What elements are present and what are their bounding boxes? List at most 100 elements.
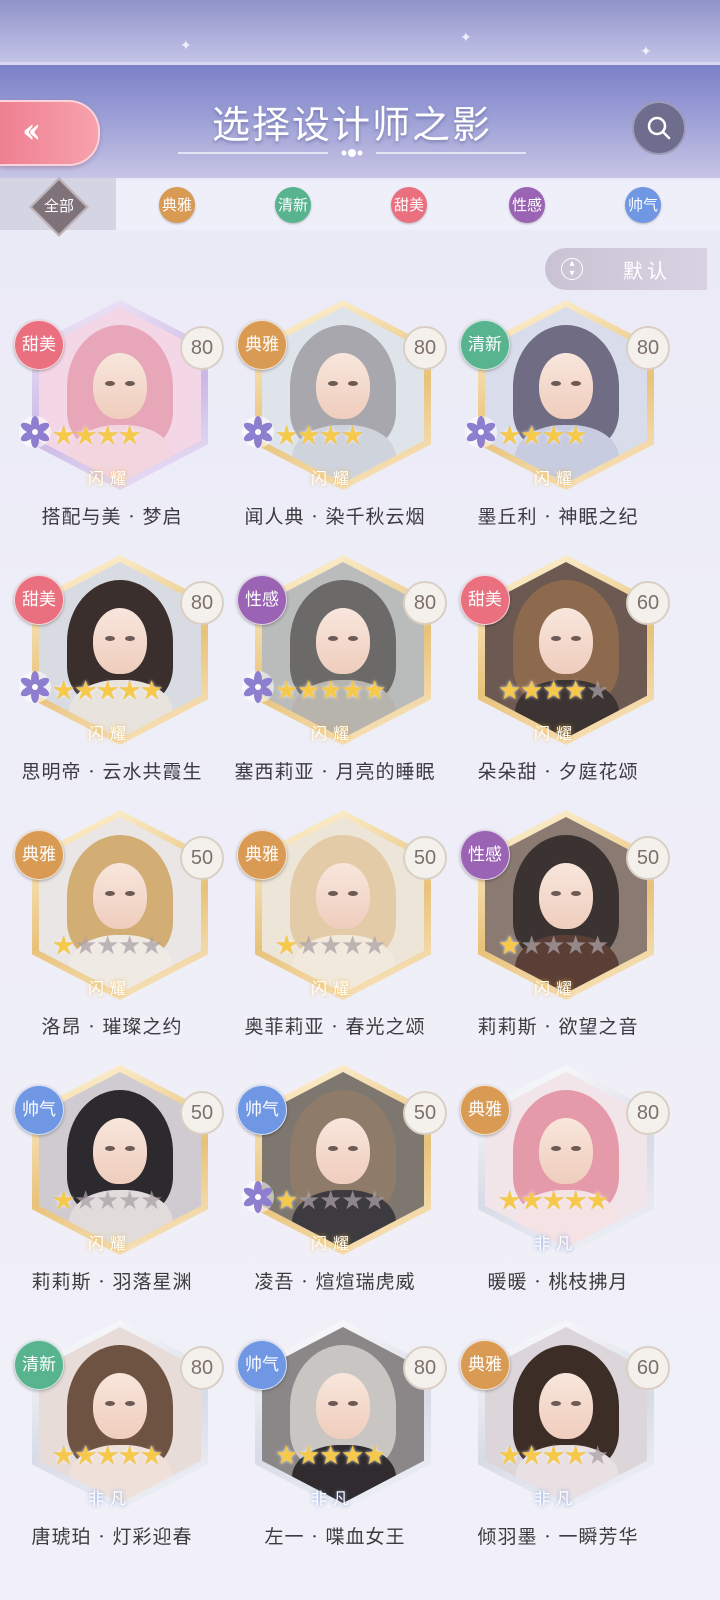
style-badge: 清新 <box>460 320 510 370</box>
star-filled-icon: ★ <box>96 421 120 451</box>
sort-button[interactable]: ▴ ▾ 默认 <box>545 248 707 290</box>
designer-card[interactable]: 典雅 50 ★ ★ ★ ★ ★ 闪耀 奥菲莉亚 · 春光之颂 <box>223 810 447 1060</box>
star-filled-icon: ★ <box>363 1441 387 1471</box>
portrait-eye <box>348 381 358 386</box>
rarity-tag: 闪耀 <box>310 724 355 743</box>
card-name: 莉莉斯 · 欲望之音 <box>477 1016 639 1038</box>
portrait-eye <box>551 1401 561 1406</box>
search-button[interactable] <box>632 101 686 155</box>
portrait-eye <box>105 636 115 641</box>
designer-card[interactable]: 甜美 60 ★ ★ ★ ★ ★ 闪耀 朵朵甜 · 夕庭花颂 <box>446 555 670 805</box>
designer-card[interactable]: 清新 80 ★ ★ ★ ★ 闪耀 墨丘利 · 神眠之纪 <box>446 300 670 550</box>
star-filled-icon: ★ <box>520 1186 544 1216</box>
star-filled-icon: ★ <box>275 676 299 706</box>
portrait-face <box>316 608 370 674</box>
designer-card[interactable]: 典雅 80 ★ ★ ★ ★ ★ 非凡 暖暖 · 桃枝拂月 <box>446 1065 670 1315</box>
rarity-tag: 闪耀 <box>87 1234 132 1253</box>
portrait-face <box>539 1373 593 1439</box>
sparkle-icon: ✦ <box>180 38 192 54</box>
portrait-eye <box>105 1146 115 1151</box>
star-filled-icon: ★ <box>52 676 76 706</box>
star-filled-icon: ★ <box>74 1441 98 1471</box>
designer-card[interactable]: 性感 80 ★ ★ ★ ★ ★ 闪耀 塞西莉亚 · 月亮的睡眠 <box>223 555 447 805</box>
style-badge: 典雅 <box>460 1340 510 1390</box>
portrait-eye <box>551 381 561 386</box>
portrait-eye <box>105 1401 115 1406</box>
star-empty-icon: ★ <box>118 1186 142 1216</box>
star-filled-icon: ★ <box>140 1441 164 1471</box>
snowflake-flower-icon <box>465 416 497 448</box>
tab-cool[interactable]: 帅气 <box>586 178 702 230</box>
star-filled-icon: ★ <box>118 421 142 451</box>
portrait-face <box>316 863 370 929</box>
designer-card[interactable]: 性感 50 ★ ★ ★ ★ ★ 闪耀 莉莉斯 · 欲望之音 <box>446 810 670 1060</box>
star-empty-icon: ★ <box>140 1186 164 1216</box>
star-empty-icon: ★ <box>74 931 98 961</box>
portrait-eye <box>125 636 135 641</box>
card-name: 暖暖 · 桃枝拂月 <box>487 1271 629 1293</box>
rarity-tag: 闪耀 <box>87 724 132 743</box>
level-badge: 80 <box>180 326 224 370</box>
portrait-face <box>539 1118 593 1184</box>
style-badge: 甜美 <box>14 575 64 625</box>
card-name: 唐琥珀 · 灯彩迎春 <box>31 1526 193 1548</box>
designer-card[interactable]: 甜美 80 ★ ★ ★ ★ ★ 闪耀 思明帝 · 云水共霞生 <box>0 555 224 805</box>
designer-card[interactable]: 典雅 50 ★ ★ ★ ★ ★ 闪耀 洛昂 · 璀璨之约 <box>0 810 224 1060</box>
tab-elegant[interactable]: 典雅 <box>120 178 236 230</box>
search-icon <box>647 116 671 140</box>
sort-label: 默认 <box>623 259 671 283</box>
level-badge: 60 <box>626 1346 670 1390</box>
star-filled-icon: ★ <box>363 676 387 706</box>
portrait-eye <box>571 1401 581 1406</box>
portrait-eye <box>571 891 581 896</box>
star-empty-icon: ★ <box>297 931 321 961</box>
portrait-face <box>93 1373 147 1439</box>
portrait-eye <box>105 891 115 896</box>
star-filled-icon: ★ <box>498 421 522 451</box>
designer-card[interactable]: 帅气 80 ★ ★ ★ ★ ★ 非凡 左一 · 喋血女王 <box>223 1320 447 1570</box>
portrait-face <box>539 863 593 929</box>
portrait-face <box>93 863 147 929</box>
designer-card[interactable]: 清新 80 ★ ★ ★ ★ ★ 非凡 唐琥珀 · 灯彩迎春 <box>0 1320 224 1570</box>
portrait-eye <box>125 1401 135 1406</box>
star-filled-icon: ★ <box>52 421 76 451</box>
star-empty-icon: ★ <box>118 931 142 961</box>
style-badge: 清新 <box>14 1340 64 1390</box>
star-empty-icon: ★ <box>586 676 610 706</box>
style-badge: 甜美 <box>14 320 64 370</box>
star-filled-icon: ★ <box>96 676 120 706</box>
tab-sexy[interactable]: 性感 <box>470 178 586 230</box>
designer-card[interactable]: 典雅 80 ★ ★ ★ ★ 闪耀 闻人典 · 染千秋云烟 <box>223 300 447 550</box>
designer-card[interactable]: 甜美 80 ★ ★ ★ ★ 闪耀 搭配与美 · 梦启 <box>0 300 224 550</box>
star-filled-icon: ★ <box>74 421 98 451</box>
tab-label: 甜美 <box>391 187 427 223</box>
card-name: 倾羽墨 · 一瞬芳华 <box>477 1526 639 1548</box>
level-badge: 50 <box>403 1091 447 1135</box>
level-badge: 50 <box>180 1091 224 1135</box>
tab-fresh[interactable]: 清新 <box>236 178 352 230</box>
rarity-tag: 闪耀 <box>87 469 132 488</box>
star-filled-icon: ★ <box>520 676 544 706</box>
level-badge: 50 <box>180 836 224 880</box>
designer-card[interactable]: 帅气 50 ★ ★ ★ ★ ★ 闪耀 莉莉斯 · 羽落星渊 <box>0 1065 224 1315</box>
designer-card[interactable]: 帅气 50 ★ ★ ★ ★ ★ 闪耀 凌吾 · 煊煊瑞虎威 <box>223 1065 447 1315</box>
rarity-tag: 闪耀 <box>310 1234 355 1253</box>
tab-all[interactable]: 全部 <box>0 177 116 237</box>
tab-sweet[interactable]: 甜美 <box>352 178 468 230</box>
snowflake-flower-icon <box>19 671 51 703</box>
star-filled-icon: ★ <box>341 421 365 451</box>
portrait-eye <box>551 636 561 641</box>
portrait-eye <box>551 891 561 896</box>
star-filled-icon: ★ <box>275 1441 299 1471</box>
card-name: 思明帝 · 云水共霞生 <box>21 761 203 783</box>
designer-card[interactable]: 典雅 60 ★ ★ ★ ★ ★ 非凡 倾羽墨 · 一瞬芳华 <box>446 1320 670 1570</box>
tab-label: 帅气 <box>625 187 661 223</box>
portrait-eye <box>571 381 581 386</box>
portrait-eye <box>328 1401 338 1406</box>
star-filled-icon: ★ <box>498 931 522 961</box>
star-filled-icon: ★ <box>498 676 522 706</box>
star-empty-icon: ★ <box>586 1441 610 1471</box>
portrait-face <box>93 1118 147 1184</box>
star-filled-icon: ★ <box>74 676 98 706</box>
title-ornament <box>178 149 526 157</box>
